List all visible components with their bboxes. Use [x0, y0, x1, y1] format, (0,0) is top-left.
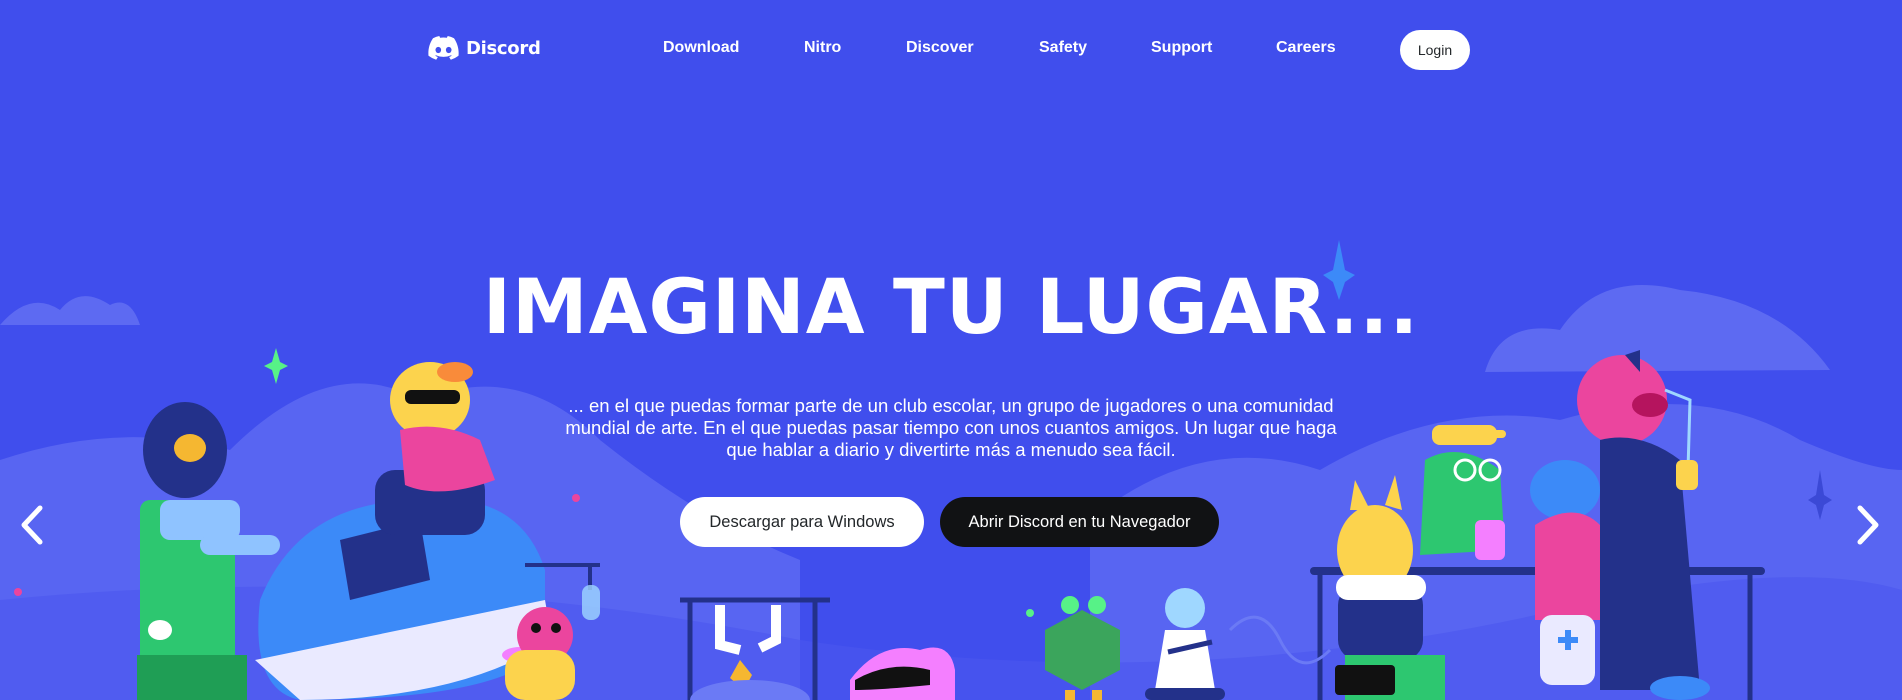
character-blue-creature [1530, 460, 1600, 685]
sparkle-dot [1026, 609, 1034, 617]
sparkle-icon [264, 348, 288, 384]
nav-link-nitro[interactable]: Nitro [804, 39, 841, 57]
hero-description: ... en el que puedas formar parte de un … [565, 395, 1337, 460]
nav-link-safety[interactable]: Safety [1039, 39, 1087, 57]
chevron-right-icon[interactable] [1852, 500, 1886, 550]
login-button[interactable]: Login [1400, 30, 1470, 70]
sparkle-dot [14, 588, 22, 596]
sparkle-dot [572, 494, 580, 502]
discord-logo[interactable]: Discord [428, 36, 541, 60]
nav-link-download[interactable]: Download [663, 39, 739, 57]
nav-link-support[interactable]: Support [1151, 39, 1212, 57]
top-navigation: Discord Download Nitro Discover Safety S… [0, 0, 1902, 100]
brand-name: Discord [466, 37, 541, 59]
chevron-left-icon[interactable] [14, 500, 48, 550]
open-in-browser-button[interactable]: Abrir Discord en tu Navegador [940, 497, 1219, 547]
discord-logo-icon [428, 36, 459, 60]
hero-title: IMAGINA TU LUGAR... [482, 262, 1420, 351]
nav-link-discover[interactable]: Discover [906, 39, 974, 57]
download-windows-button[interactable]: Descargar para Windows [680, 497, 924, 547]
nav-link-careers[interactable]: Careers [1276, 39, 1336, 57]
